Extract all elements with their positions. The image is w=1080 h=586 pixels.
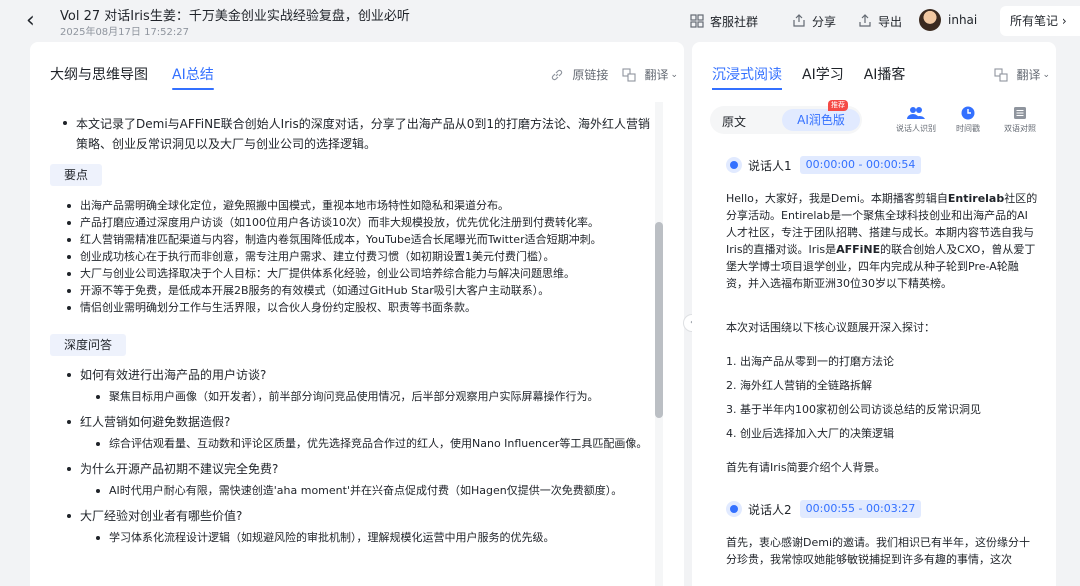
- tab-outline-mindmap[interactable]: 大纲与思维导图: [50, 64, 148, 90]
- share-button[interactable]: 分享: [792, 11, 836, 31]
- qa-title: 深度问答: [50, 334, 127, 356]
- all-notes-label: 所有笔记: [1010, 14, 1059, 28]
- translate-icon: [994, 67, 1008, 82]
- export-label: 导出: [878, 14, 903, 29]
- key-point-item: 红人营销需精准匹配渠道与内容，制造内卷氛围降低成本，YouTube适合长尾曝光而…: [67, 231, 648, 248]
- export-icon: [859, 14, 871, 27]
- original-version-button[interactable]: 原文: [722, 113, 746, 130]
- para-text: Hello，大家好，我是Demi。本期播客剪辑自: [726, 192, 948, 205]
- reader-tabs: 沉浸式阅读 AI学习 AI播客: [712, 64, 925, 90]
- qa-list: 如何有效进行出海产品的用户访谈? 聚焦目标用户画像（如开发者），前半部分询问竞品使…: [44, 358, 650, 546]
- summary-content: 要点 出海产品需明确全球化定位，避免照搬中国模式，重视本地市场特性如隐私和渠道分…: [44, 160, 652, 580]
- export-button[interactable]: 导出: [858, 11, 902, 31]
- qa-question: 如何有效进行出海产品的用户访谈?: [67, 366, 650, 384]
- bilingual-button[interactable]: 双语对照: [994, 106, 1046, 134]
- topic-list: 1. 出海产品从零到一的打磨方法论 2. 海外红人营销的全链路拆解 3. 基于半年内…: [726, 346, 1038, 442]
- all-notes-button[interactable]: 所有笔记 ›: [1000, 6, 1080, 36]
- topic-list-item: 4. 创业后选择加入大厂的决策逻辑: [726, 427, 894, 440]
- transcript-translate-label: 翻译: [1016, 68, 1041, 82]
- chevron-down-icon: ⌄: [670, 69, 678, 80]
- avatar[interactable]: [919, 9, 941, 31]
- topic-list-item: 3. 基于半年内100家初创公司访谈总结的反常识洞见: [726, 403, 981, 416]
- ai-polished-version-button[interactable]: AI润色版: [782, 109, 860, 131]
- qa-answer: 学习体系化流程设计逻辑（如规避风险的审批机制），理解规模化运营中用户服务的优先级…: [96, 529, 650, 546]
- summary-tools: 原链接 翻译 ⌄: [536, 66, 678, 83]
- transcript-panel: 沉浸式阅读 AI学习 AI播客 翻译 ⌄ 原文 AI润色版 推荐 说话人识别 时间…: [692, 42, 1056, 586]
- key-points-list: 出海产品需明确全球化定位，避免照搬中国模式，重视本地市场特性如隐私和渠道分布。产…: [44, 197, 648, 316]
- timestamp-button[interactable]: 时间戳: [942, 106, 994, 134]
- speaker-1-header: 说话人1 00:00:00 - 00:00:54: [726, 156, 922, 174]
- username: inhai: [948, 13, 978, 27]
- link-icon: [552, 69, 563, 80]
- topic-list-item: 1. 出海产品从零到一的打磨方法论: [726, 355, 894, 368]
- summary-tabs: 大纲与思维导图 AI总结: [50, 64, 238, 90]
- qa-question: 红人营销如何避免数据造假?: [67, 413, 650, 431]
- bilingual-label: 双语对照: [1004, 124, 1036, 133]
- tab-ai-podcast[interactable]: AI播客: [864, 64, 906, 90]
- summary-intro: 本文记录了Demi与AFFiNE联合创始人Iris的深度对话，分享了出海产品从0…: [63, 114, 656, 154]
- transcript-translate-button[interactable]: 翻译 ⌄: [994, 66, 1050, 83]
- qa-tag: 深度问答: [50, 334, 127, 356]
- speaker-1-paragraph-3: 首先有请Iris简要介绍个人背景。: [726, 461, 886, 474]
- speaker-recognition-button[interactable]: 说话人识别: [890, 106, 942, 134]
- users-icon: [907, 107, 925, 119]
- qa-answer: AI时代用户耐心有限，需快速创造'aha moment'并在兴奋点促成付费（如H…: [96, 482, 650, 499]
- speaker-2-name: 说话人2: [748, 502, 792, 517]
- speaker-1-paragraph: Hello，大家好，我是Demi。本期播客剪辑自Entirelab社区的分享活动…: [726, 190, 1038, 292]
- qa-question: 为什么开源产品初期不建议完全免费?: [67, 460, 650, 478]
- speaker-icon: [726, 157, 742, 173]
- scrollbar-thumb[interactable]: [655, 222, 663, 418]
- speaker-1-time[interactable]: 00:00:00 - 00:00:54: [799, 156, 922, 174]
- chevron-right-icon: ›: [1058, 14, 1067, 28]
- clock-icon: [961, 106, 975, 120]
- key-points-title: 要点: [50, 164, 103, 186]
- tab-ai-summary[interactable]: AI总结: [172, 64, 214, 90]
- page-title: Vol 27 对话Iris生姜：千万美金创业实战经验复盘，创业必听: [60, 9, 410, 24]
- page-date: 2025年08月17日 17:52:27: [60, 27, 189, 38]
- topic-list-item: 2. 海外红人营销的全链路拆解: [726, 379, 872, 392]
- recommended-badge: 推荐: [828, 100, 848, 111]
- grid-icon: [690, 14, 704, 28]
- view-options: 说话人识别 时间戳 双语对照: [890, 106, 1046, 134]
- speaker-icon: [726, 501, 742, 517]
- share-label: 分享: [812, 14, 837, 29]
- key-points-tag: 要点: [50, 164, 103, 186]
- qa-question: 大厂经验对创业者有哪些价值?: [67, 507, 650, 525]
- service-group-button[interactable]: 客服社群: [690, 11, 758, 31]
- share-icon: [793, 14, 805, 27]
- speaker-1-name: 说话人1: [748, 158, 792, 173]
- key-point-item: 情侣创业需明确划分工作与生活界限，以合伙人身份约定股权、职责等书面条款。: [67, 299, 648, 316]
- timestamp-label: 时间戳: [956, 124, 980, 133]
- back-icon[interactable]: ‹: [26, 9, 46, 33]
- intro-text: 本文记录了Demi与AFFiNE联合创始人Iris的深度对话，分享了出海产品从0…: [63, 114, 656, 154]
- translate-icon: [622, 67, 636, 82]
- bilingual-icon: [1014, 107, 1026, 119]
- qa-answer: 聚焦目标用户画像（如开发者），前半部分询问竞品使用情况，后半部分观察用户实际屏幕…: [96, 388, 650, 405]
- speaker-1-paragraph-2: 本次对话围绕以下核心议题展开深入探讨：: [726, 321, 935, 334]
- key-point-item: 大厂与创业公司选择取决于个人目标：大厂提供体系化经验，创业公司培养综合能力与解决…: [67, 265, 648, 282]
- key-point-item: 开源不等于免费，是低成本开展2B服务的有效模式（如通过GitHub Star吸引…: [67, 282, 648, 299]
- chevron-down-icon: ⌄: [1042, 69, 1050, 80]
- speaker-2-time[interactable]: 00:00:55 - 00:03:27: [799, 500, 922, 518]
- tab-immersive-reading[interactable]: 沉浸式阅读: [712, 64, 782, 90]
- qa-answer: 综合评估观看量、互动数和评论区质量，优先选择竞品合作过的红人，使用Nano In…: [96, 435, 650, 452]
- key-point-item: 创业成功核心在于执行而非创意，需专注用户需求、建立付费习惯（如初期设置1美元付费…: [67, 248, 648, 265]
- tab-ai-learning[interactable]: AI学习: [802, 64, 844, 90]
- key-point-item: 出海产品需明确全球化定位，避免照搬中国模式，重视本地市场特性如隐私和渠道分布。: [67, 197, 648, 214]
- speaker-recognition-label: 说话人识别: [896, 124, 936, 133]
- top-bar: ‹ Vol 27 对话Iris生姜：千万美金创业实战经验复盘，创业必听 2025…: [0, 0, 1080, 42]
- service-group-label: 客服社群: [710, 14, 759, 29]
- para-bold: Entirelab: [947, 192, 1005, 205]
- translate-button[interactable]: 翻译 ⌄: [622, 66, 678, 83]
- original-link-label: 原链接: [572, 68, 609, 82]
- original-link-button[interactable]: 原链接: [550, 66, 608, 83]
- translate-label: 翻译: [644, 68, 669, 82]
- speaker-2-header: 说话人2 00:00:55 - 00:03:27: [726, 500, 922, 518]
- speaker-2-paragraph: 首先，衷心感谢Demi的邀请。我们相识已有半年，这份缘分十分珍贵，我常惊叹她能够…: [726, 536, 1031, 566]
- key-point-item: 产品打磨应通过深度用户访谈（如100位用户各访谈10次）而非大规模投放，优先优化…: [67, 214, 648, 231]
- para-bold: AFFiNE: [836, 243, 881, 256]
